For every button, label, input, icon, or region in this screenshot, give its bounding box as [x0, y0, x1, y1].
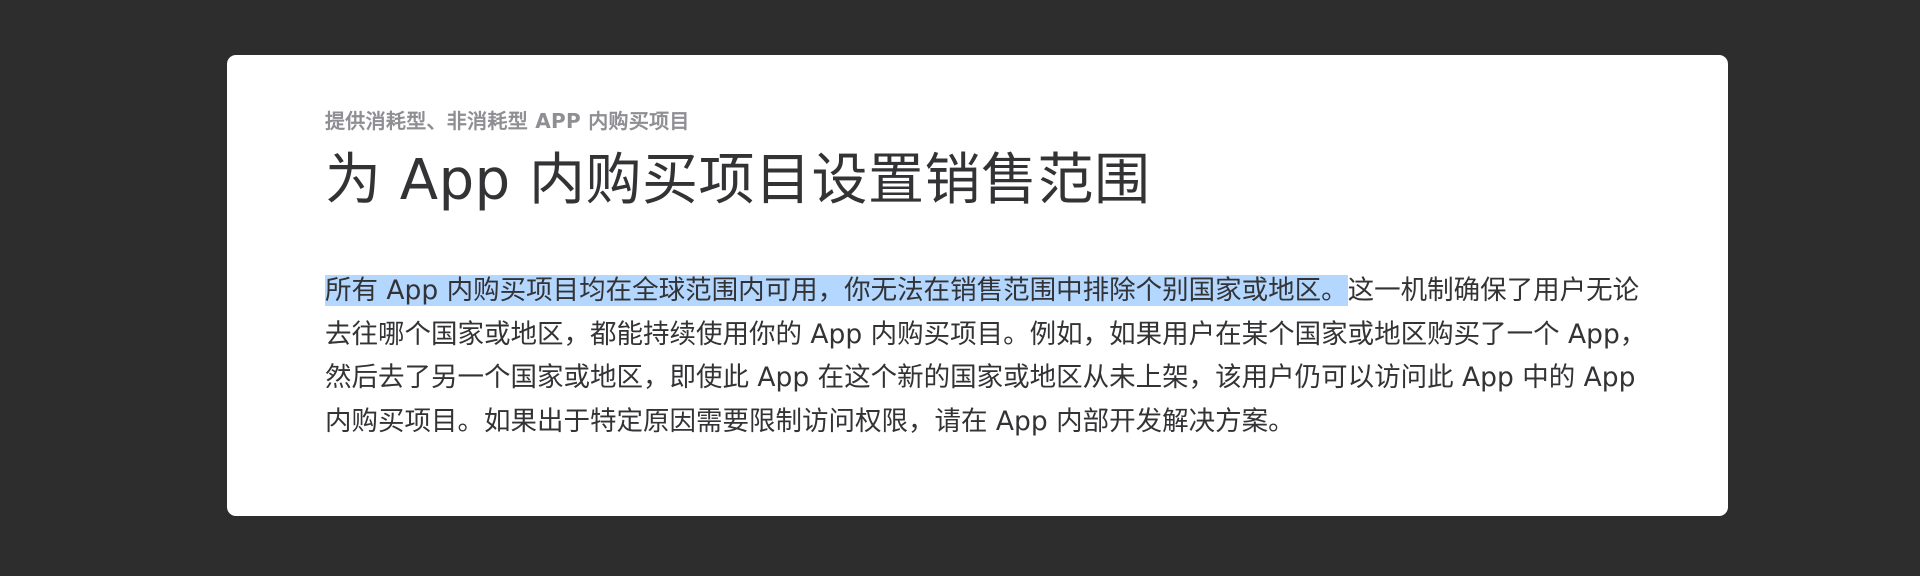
article-card: 提供消耗型、非消耗型 APP 内购买项目 为 App 内购买项目设置销售范围 所…	[227, 55, 1728, 516]
body-paragraph: 所有 App 内购买项目均在全球范围内可用，你无法在销售范围中排除个别国家或地区…	[325, 269, 1655, 443]
section-eyebrow: 提供消耗型、非消耗型 APP 内购买项目	[325, 109, 690, 133]
selected-text[interactable]: 所有 App 内购买项目均在全球范围内可用，你无法在销售范围中排除个别国家或地区…	[325, 275, 1348, 306]
page-title: 为 App 内购买项目设置销售范围	[325, 148, 1151, 213]
